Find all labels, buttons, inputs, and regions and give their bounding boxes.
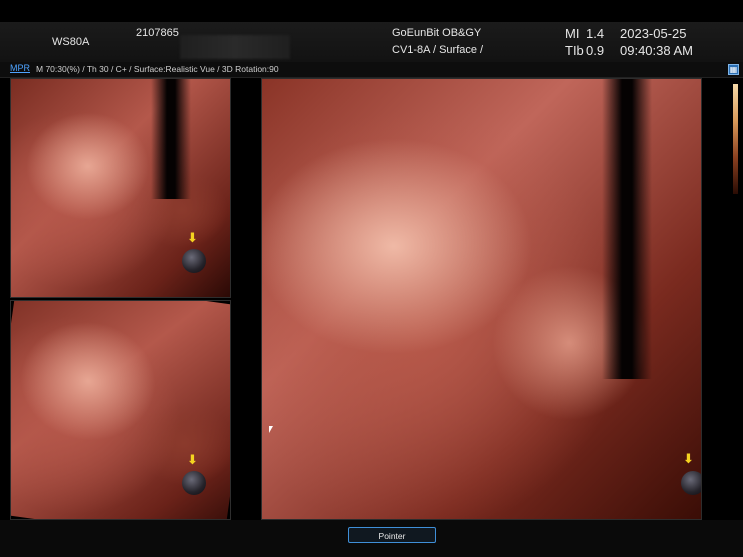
info-bar: MPR M 70:30(%) / Th 30 / C+ / Surface:Re…: [0, 62, 743, 78]
redacted-patient-name: [180, 35, 290, 59]
arrow-down-icon: ⬇: [683, 451, 694, 466]
shadow-region: [151, 79, 191, 199]
header-bar: WS80A 2107865 GoEunBit OB&GY CV1-8A / Su…: [0, 22, 743, 62]
mpr-mode-label[interactable]: MPR: [10, 63, 30, 73]
settings-icon[interactable]: ▦: [728, 64, 739, 75]
main-3d-view[interactable]: ⬇: [261, 78, 702, 520]
device-name: WS80A: [52, 36, 90, 48]
pointer-button[interactable]: Pointer: [348, 527, 436, 543]
top-left-view[interactable]: ⬇: [10, 78, 231, 298]
render-params: M 70:30(%) / Th 30 / C+ / Surface:Realis…: [36, 64, 279, 74]
color-scale-bar: [733, 84, 738, 194]
arrow-down-icon: ⬇: [187, 230, 198, 245]
sphere-marker-icon[interactable]: [182, 471, 206, 495]
tib-label: TIb: [565, 43, 584, 58]
sphere-marker-icon[interactable]: [681, 471, 701, 495]
sphere-marker-icon[interactable]: [182, 249, 206, 273]
exam-time: 09:40:38 AM: [620, 43, 693, 58]
probe-mode: CV1-8A / Surface /: [392, 44, 484, 56]
tib-value: 0.9: [586, 43, 605, 58]
mi-value: 1.4: [586, 26, 605, 41]
top-black-bar: [0, 0, 743, 22]
mouse-cursor-icon: [269, 426, 273, 433]
shadow-region: [602, 79, 652, 379]
mi-label: MI: [565, 26, 580, 41]
patient-id: 2107865: [136, 27, 179, 39]
exam-date: 2023-05-25: [620, 26, 687, 41]
institution-name: GoEunBit OB&GY: [392, 27, 482, 39]
arrow-down-icon: ⬇: [187, 452, 198, 467]
bottom-left-view[interactable]: ⬇: [10, 300, 231, 520]
